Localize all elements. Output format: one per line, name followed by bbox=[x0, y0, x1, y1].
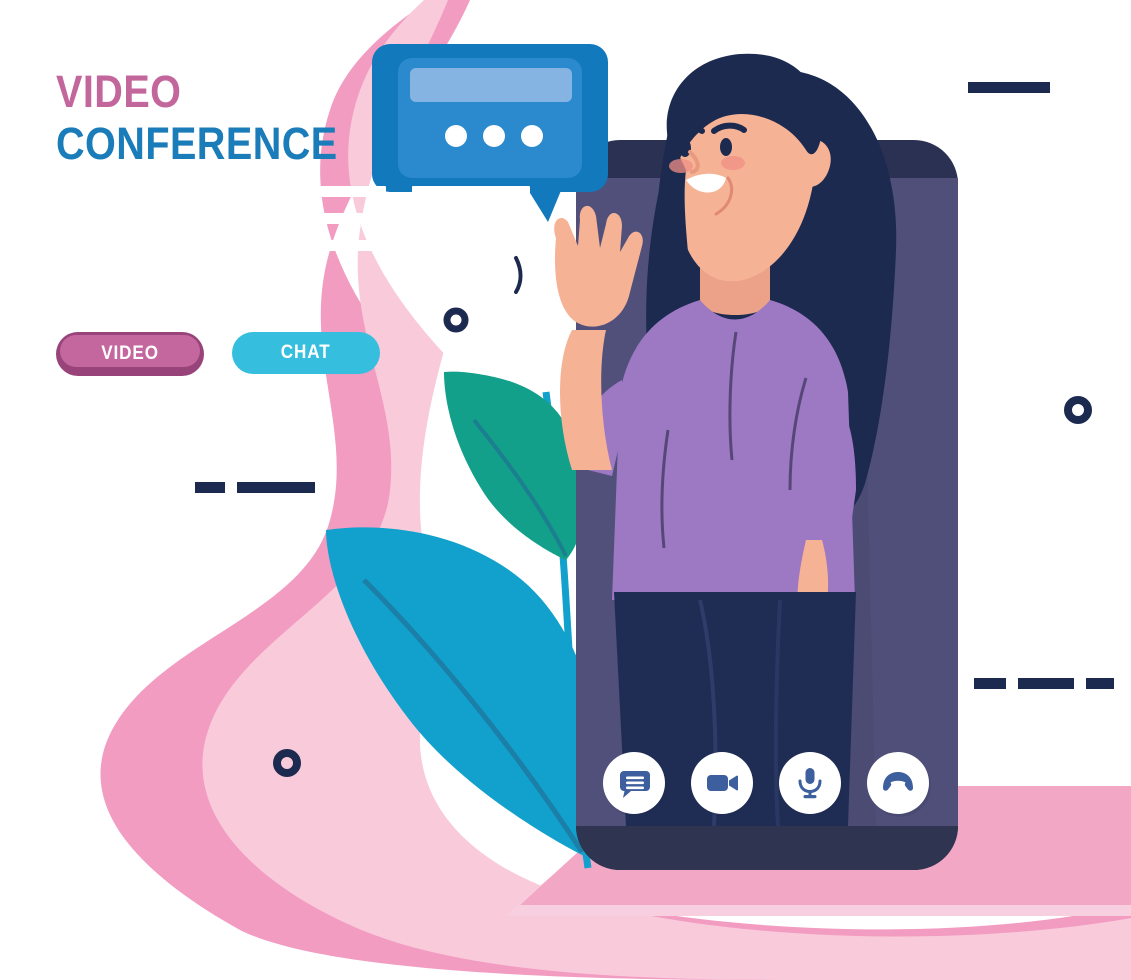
end-call-button[interactable]: End call bbox=[867, 752, 929, 814]
placeholder-text-segment bbox=[56, 240, 196, 251]
placeholder-text-row bbox=[56, 240, 476, 251]
microphone-icon bbox=[798, 768, 822, 799]
dash-top-right bbox=[968, 82, 1050, 93]
chat-bubble-header-bar bbox=[410, 68, 572, 102]
call-controls: Chat Video Microphone bbox=[603, 752, 929, 814]
page-title: VIDEO CONFERENCE bbox=[56, 66, 338, 170]
chat-bubble-dot bbox=[483, 125, 505, 147]
chat-button-label: CHAT bbox=[281, 342, 331, 363]
page-title-line-2: CONFERENCE bbox=[56, 118, 338, 169]
dash-right-short-1 bbox=[974, 678, 1006, 689]
video-control-button[interactable]: Video bbox=[691, 752, 753, 814]
chat-control-button[interactable]: Chat bbox=[603, 752, 665, 814]
video-button-label: VIDEO bbox=[101, 343, 159, 364]
placeholder-text-segment bbox=[56, 213, 160, 224]
placeholder-text-row bbox=[56, 267, 476, 278]
chat-bubble-dot bbox=[445, 125, 467, 147]
video-camera-icon bbox=[707, 775, 738, 791]
chat-bubble-icon bbox=[620, 771, 650, 798]
dash-left-short bbox=[195, 482, 225, 493]
microphone-control-button[interactable]: Microphone bbox=[779, 752, 841, 814]
placeholder-text-row bbox=[56, 186, 530, 197]
placeholder-text-segment bbox=[412, 186, 530, 197]
placeholder-text-segment bbox=[210, 240, 440, 251]
dash-right-short-2 bbox=[1086, 678, 1114, 689]
chat-button[interactable]: CHAT bbox=[232, 332, 380, 374]
placeholder-text-segment bbox=[56, 267, 158, 278]
placeholder-text-segment bbox=[180, 267, 320, 278]
placeholder-text-row bbox=[56, 213, 476, 224]
placeholder-text-segment bbox=[56, 186, 386, 197]
ring-bottom-left bbox=[273, 749, 301, 777]
placeholder-paragraph bbox=[56, 186, 530, 294]
placeholder-text-segment bbox=[186, 213, 286, 224]
ring-middle-left bbox=[443, 307, 469, 333]
video-conference-poster: VIDEO CONFERENCE VIDEO CHAT Chat Video bbox=[0, 0, 1131, 980]
dash-left-long bbox=[237, 482, 315, 493]
ring-right bbox=[1064, 396, 1092, 424]
phone-hangup-icon bbox=[883, 772, 913, 791]
dash-right-long bbox=[1018, 678, 1074, 689]
video-button[interactable]: VIDEO bbox=[56, 332, 204, 376]
chat-bubble-dot bbox=[521, 125, 543, 147]
placeholder-text-segment bbox=[296, 213, 444, 224]
page-title-line-1: VIDEO bbox=[56, 66, 182, 117]
cta-button-row: VIDEO CHAT bbox=[56, 332, 380, 376]
